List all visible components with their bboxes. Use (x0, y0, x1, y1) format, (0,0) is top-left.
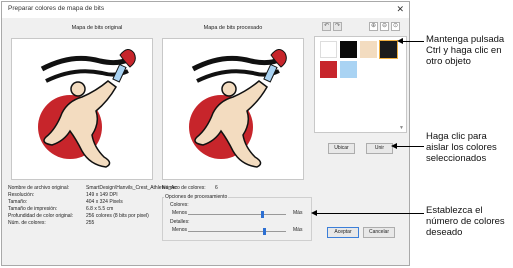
callout-hold-ctrl: Mantenga pulsada Ctrl y haga clic en otr… (426, 34, 505, 67)
callout-set-colors: Establezca el número de colores deseado (426, 205, 505, 238)
colors-slider-thumb[interactable] (260, 211, 264, 218)
processed-num-colors-value: 6 (215, 185, 218, 191)
locate-button[interactable]: Ubicar (328, 143, 355, 154)
num-colors-value: 255 (86, 220, 95, 226)
close-icon[interactable]: ✕ (396, 4, 404, 15)
processing-options-title: Opciones de procesamiento (164, 194, 229, 200)
callout-isolate-colors: Haga clic para aislar los colores selecc… (426, 131, 497, 164)
processed-bitmap-caption: Mapa de bits procesado (203, 25, 263, 31)
title-bar: Preparar colores de mapa de bits ✕ (2, 2, 409, 18)
size-label: Tamaño: (8, 199, 28, 205)
undo-icon[interactable]: ↶ (322, 22, 331, 31)
original-bitmap-panel (11, 38, 153, 180)
size-value: 404 x 324 Pixels (86, 199, 123, 205)
join-button[interactable]: Unir (366, 143, 393, 154)
athlete-crest-image-processed (189, 49, 287, 168)
colors-slider[interactable] (188, 214, 286, 215)
color-swatch-red[interactable] (320, 61, 337, 78)
colors-slider-label: Colores: (170, 202, 189, 208)
cancel-button[interactable]: Cancelar (363, 227, 395, 238)
zoom-out-icon[interactable]: ⊖ (380, 22, 389, 31)
print-size-value: 6.8 x 5.5 cm (86, 206, 114, 212)
color-palette-panel: ▲ ▼ (314, 36, 407, 133)
color-swatch-skin[interactable] (360, 41, 377, 58)
num-colors-label: Núm. de colores: (8, 220, 46, 226)
callout-arrow-isolate (397, 146, 424, 147)
color-depth-label: Profundidad de color original: (8, 213, 74, 219)
redo-icon[interactable]: ↷ (333, 22, 342, 31)
prepare-bitmap-colors-dialog: Preparar colores de mapa de bits ✕ Mapa … (1, 1, 410, 266)
details-more-label: Más (293, 227, 303, 233)
details-less-label: Menos (172, 227, 188, 233)
print-size-label: Tamaño de impresión: (8, 206, 58, 212)
zoom-fit-icon[interactable]: ⊙ (391, 22, 400, 31)
file-label: Nombre de archivo original: (8, 185, 70, 191)
accept-button[interactable]: Aceptar (327, 227, 359, 238)
details-slider-label: Detalles: (170, 219, 190, 225)
athlete-crest-image-original (38, 49, 136, 168)
colors-less-label: Menos (172, 210, 188, 216)
processed-num-colors-label: Número de colores: (162, 185, 206, 191)
original-bitmap-caption: Mapa de bits original (71, 25, 123, 31)
callout-arrow-set (317, 213, 424, 214)
color-swatch-black[interactable] (340, 41, 357, 58)
color-swatch-dark[interactable] (379, 40, 398, 59)
color-depth-value: 256 colores (8 bits por pixel) (86, 213, 149, 219)
color-swatch-white[interactable] (320, 41, 337, 58)
colors-more-label: Más (293, 210, 303, 216)
details-slider[interactable] (188, 231, 286, 232)
zoom-in-icon[interactable]: ⊕ (369, 22, 378, 31)
resolution-label: Resolución: (8, 192, 35, 198)
details-slider-thumb[interactable] (263, 228, 267, 235)
dialog-title: Preparar colores de mapa de bits (8, 5, 105, 12)
color-swatch-light-blue[interactable] (340, 61, 357, 78)
scroll-down-icon[interactable]: ▼ (399, 125, 404, 131)
processed-bitmap-panel (162, 38, 304, 180)
resolution-value: 149 x 149 DPI (86, 192, 118, 198)
callout-arrow-hold (403, 41, 424, 42)
